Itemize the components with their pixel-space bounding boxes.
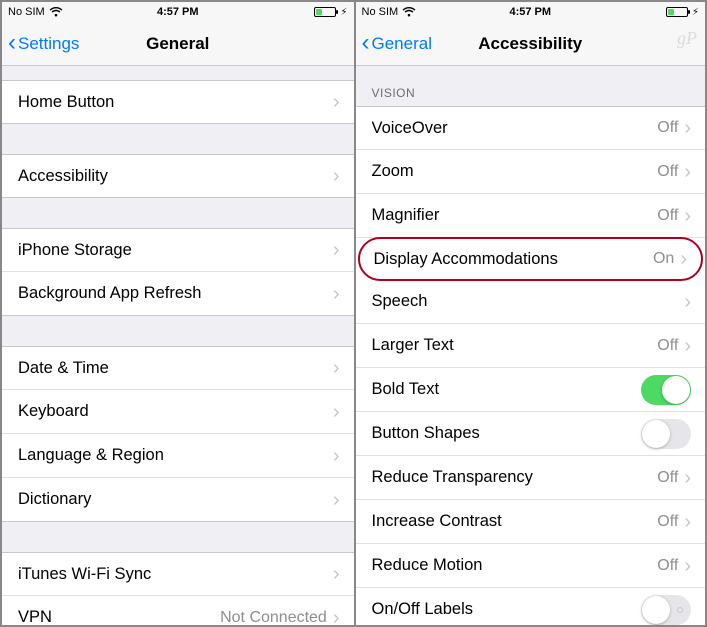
chevron-right-icon: › (684, 292, 691, 312)
row-language-region[interactable]: Language & Region › (2, 434, 354, 478)
chevron-right-icon: › (333, 490, 340, 510)
row-label: Speech (372, 292, 685, 311)
section-header-vision: VISION (356, 66, 706, 106)
row-display-accommodations[interactable]: Display Accommodations On › (358, 237, 704, 281)
chevron-right-icon: › (684, 336, 691, 356)
chevron-right-icon: › (333, 166, 340, 186)
row-label: Date & Time (18, 359, 333, 378)
chevron-right-icon: › (680, 249, 687, 269)
row-value: Off (657, 469, 678, 487)
row-value: Off (657, 337, 678, 355)
chevron-right-icon: › (684, 468, 691, 488)
switch-button-shapes[interactable] (641, 419, 691, 449)
row-zoom[interactable]: Zoom Off › (356, 150, 706, 194)
row-on-off-labels[interactable]: On/Off Labels (356, 588, 706, 625)
status-bar: No SIM 4:57 PM ⚡︎ (356, 2, 706, 22)
chevron-right-icon: › (333, 608, 340, 626)
row-speech[interactable]: Speech › (356, 280, 706, 324)
row-label: Larger Text (372, 336, 658, 355)
row-accessibility[interactable]: Accessibility › (2, 154, 354, 198)
row-label: Accessibility (18, 167, 333, 186)
row-vpn[interactable]: VPN Not Connected › (2, 596, 354, 625)
nav-title: General (2, 34, 354, 54)
row-date-time[interactable]: Date & Time › (2, 346, 354, 390)
row-value: Off (657, 513, 678, 531)
chevron-right-icon: › (684, 556, 691, 576)
chevron-right-icon: › (333, 446, 340, 466)
row-label: VPN (18, 608, 220, 625)
chevron-right-icon: › (333, 240, 340, 260)
accessibility-pane: No SIM 4:57 PM ⚡︎ ‹ General Accessibilit… (354, 2, 706, 625)
row-reduce-motion[interactable]: Reduce Motion Off › (356, 544, 706, 588)
status-bar: No SIM 4:57 PM ⚡︎ (2, 2, 354, 22)
status-time: 4:57 PM (356, 6, 706, 18)
switch-bold-text[interactable] (641, 375, 691, 405)
row-label: Keyboard (18, 402, 333, 421)
row-label: Dictionary (18, 490, 333, 509)
row-keyboard[interactable]: Keyboard › (2, 390, 354, 434)
row-label: Background App Refresh (18, 284, 333, 303)
chevron-right-icon: › (333, 284, 340, 304)
chevron-right-icon: › (684, 162, 691, 182)
status-time: 4:57 PM (2, 6, 354, 18)
chevron-right-icon: › (684, 118, 691, 138)
battery-icon (666, 7, 688, 17)
general-settings-pane: No SIM 4:57 PM ⚡︎ ‹ Settings General Hom… (2, 2, 354, 625)
row-label: VoiceOver (372, 119, 658, 138)
row-label: Reduce Transparency (372, 468, 658, 487)
row-label: Button Shapes (372, 424, 642, 443)
row-itunes-wifi-sync[interactable]: iTunes Wi-Fi Sync › (2, 552, 354, 596)
chevron-right-icon: › (684, 512, 691, 532)
row-larger-text[interactable]: Larger Text Off › (356, 324, 706, 368)
row-background-app-refresh[interactable]: Background App Refresh › (2, 272, 354, 316)
chevron-right-icon: › (333, 402, 340, 422)
row-iphone-storage[interactable]: iPhone Storage › (2, 228, 354, 272)
row-label: iTunes Wi-Fi Sync (18, 565, 333, 584)
row-label: Language & Region (18, 446, 333, 465)
row-value: Not Connected (220, 609, 327, 626)
row-value: On (653, 250, 674, 268)
row-label: Bold Text (372, 380, 642, 399)
nav-header: ‹ General Accessibility (356, 22, 706, 66)
row-label: Zoom (372, 162, 658, 181)
row-increase-contrast[interactable]: Increase Contrast Off › (356, 500, 706, 544)
row-label: Display Accommodations (374, 250, 653, 269)
row-reduce-transparency[interactable]: Reduce Transparency Off › (356, 456, 706, 500)
switch-on-off-labels[interactable] (641, 595, 691, 625)
row-button-shapes[interactable]: Button Shapes (356, 412, 706, 456)
row-label: Home Button (18, 93, 333, 112)
battery-icon (314, 7, 336, 17)
row-label: On/Off Labels (372, 600, 642, 619)
row-label: Magnifier (372, 206, 658, 225)
row-value: Off (657, 557, 678, 575)
nav-title: Accessibility (356, 34, 706, 54)
row-label: iPhone Storage (18, 241, 333, 260)
row-value: Off (657, 207, 678, 225)
row-home-button[interactable]: Home Button › (2, 80, 354, 124)
row-label: Increase Contrast (372, 512, 658, 531)
chevron-right-icon: › (333, 358, 340, 378)
chevron-right-icon: › (333, 564, 340, 584)
chevron-right-icon: › (684, 206, 691, 226)
row-dictionary[interactable]: Dictionary › (2, 478, 354, 522)
row-value: Off (657, 163, 678, 181)
row-value: Off (657, 119, 678, 137)
chevron-right-icon: › (333, 92, 340, 112)
row-magnifier[interactable]: Magnifier Off › (356, 194, 706, 238)
row-bold-text[interactable]: Bold Text (356, 368, 706, 412)
row-label: Reduce Motion (372, 556, 658, 575)
nav-header: ‹ Settings General (2, 22, 354, 66)
row-voiceover[interactable]: VoiceOver Off › (356, 106, 706, 150)
